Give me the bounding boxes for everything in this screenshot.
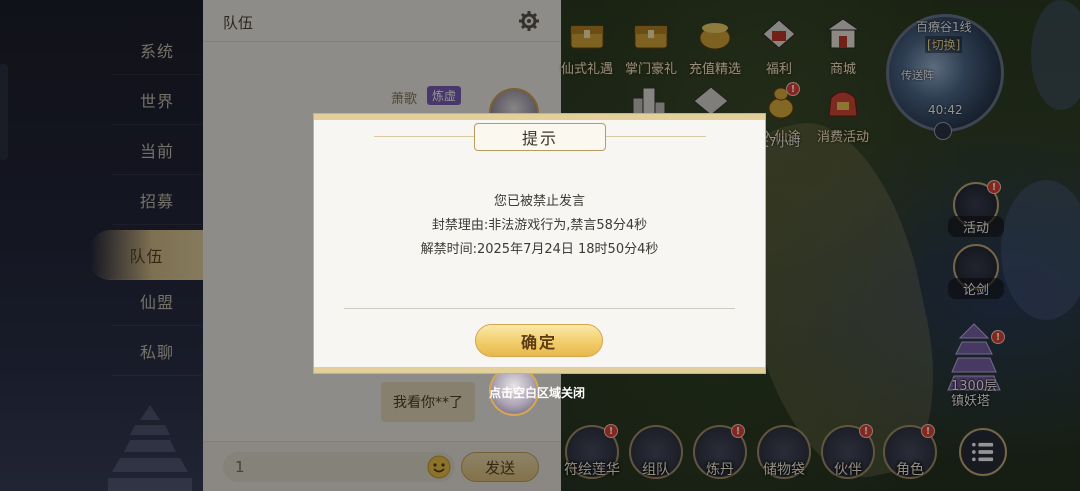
confirm-button[interactable]: 确定: [475, 324, 603, 357]
dialog-body: 您已被禁止发言 封禁理由:非法游戏行为,禁言58分4秒 解禁时间:2025年7月…: [314, 190, 765, 262]
dialog-title: 提示: [521, 129, 558, 148]
ban-reason: 封禁理由:非法游戏行为,禁言58分4秒: [431, 218, 648, 233]
close-hint: 点击空白区域关闭: [489, 386, 586, 400]
ban-notice: 您已被禁止发言: [493, 194, 585, 209]
title-divider: [374, 136, 474, 137]
dialog-title-frame: 提示: [474, 123, 606, 151]
dialog-divider: [344, 308, 735, 309]
ban-lift-time: 解禁时间:2025年7月24日 18时50分4秒: [420, 242, 659, 257]
confirm-label: 确定: [520, 332, 557, 352]
title-divider: [606, 136, 706, 137]
notice-dialog: 提示 您已被禁止发言 封禁理由:非法游戏行为,禁言58分4秒 解禁时间:2025…: [314, 114, 765, 373]
